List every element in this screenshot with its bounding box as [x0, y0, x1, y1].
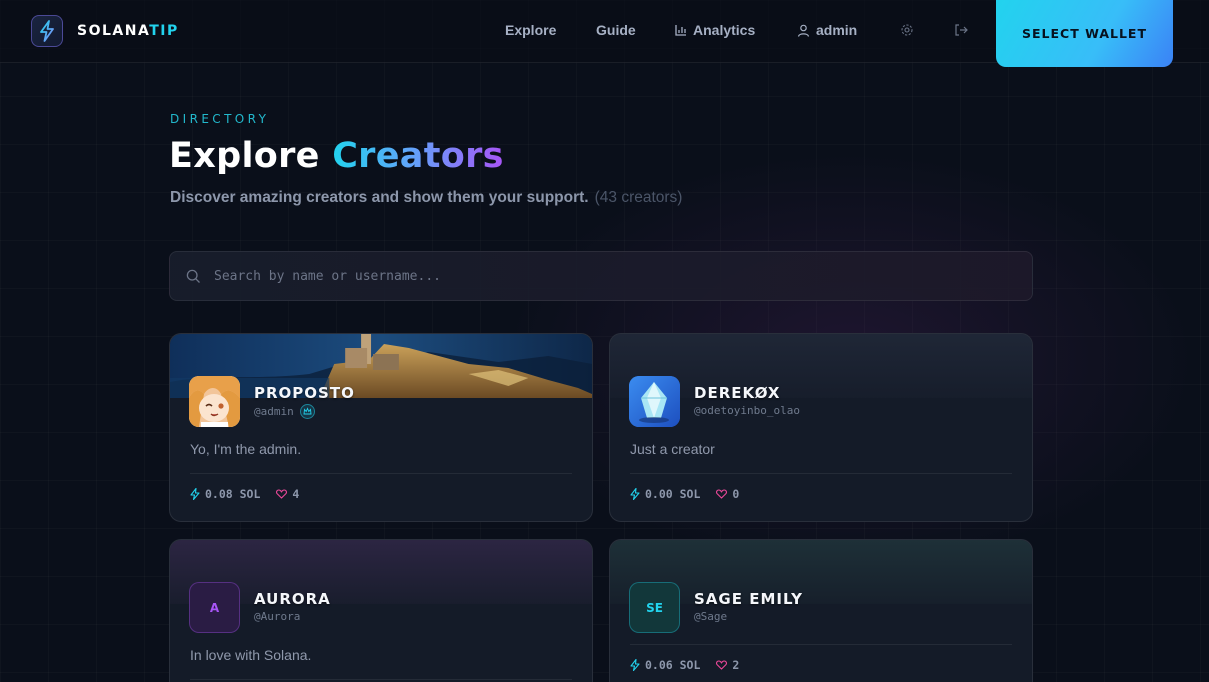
nav-analytics-label: Analytics: [693, 22, 756, 38]
creator-bio: Just a creator: [630, 441, 715, 457]
nav-user-label: admin: [816, 22, 858, 38]
creator-card[interactable]: DEREKØX @odetoyinbo_olao Just a creator …: [609, 333, 1033, 522]
creator-handle: @admin: [254, 404, 315, 419]
search-icon: [186, 269, 200, 283]
nav-explore[interactable]: Explore: [505, 22, 556, 38]
lightning-icon: [630, 488, 640, 500]
handle-text: @odetoyinbo_olao: [694, 404, 800, 417]
creator-handle: @odetoyinbo_olao: [694, 404, 800, 417]
search-input[interactable]: [214, 252, 1014, 300]
sol-stat: 0.08 SOL: [190, 487, 260, 501]
nav-guide-label: Guide: [596, 22, 636, 38]
creator-bio: Yo, I'm the admin.: [190, 441, 302, 457]
sol-amount: 0.00 SOL: [645, 487, 701, 501]
creator-name: PROPOSTO: [254, 384, 355, 402]
avatar: [629, 376, 680, 427]
lightning-logo-icon: [31, 15, 63, 47]
heart-icon: [716, 489, 728, 499]
nav-analytics[interactable]: Analytics: [675, 22, 755, 38]
card-divider: [630, 644, 1012, 645]
creator-name: DEREKØX: [694, 384, 781, 402]
logo-text: SOLANATIP: [77, 23, 179, 39]
lightning-icon: [190, 488, 200, 500]
search-bar: [169, 251, 1033, 301]
creator-name: AURORA: [254, 590, 331, 608]
likes-stat: 2: [716, 658, 739, 672]
creator-name: SAGE EMILY: [694, 590, 804, 608]
nav-explore-label: Explore: [505, 22, 557, 38]
heart-icon: [276, 489, 288, 499]
creator-card[interactable]: SE SAGE EMILY @Sage 0.06 SOL 2: [609, 539, 1033, 682]
nav-guide[interactable]: Guide: [596, 22, 636, 38]
select-wallet-label: SELECT WALLET: [1022, 26, 1147, 41]
avatar: A: [189, 582, 240, 633]
logo-accent: TIP: [149, 23, 179, 39]
settings-gear-icon[interactable]: [900, 23, 914, 37]
sol-amount: 0.08 SOL: [205, 487, 261, 501]
user-icon: [797, 24, 810, 37]
avatar-initials: A: [209, 600, 220, 615]
section-eyebrow: DIRECTORY: [170, 112, 270, 126]
logout-icon[interactable]: [954, 23, 968, 37]
card-divider: [630, 473, 1012, 474]
page-subtitle: Discover amazing creators and show them …: [170, 189, 682, 207]
creator-stats: 0.00 SOL 0: [630, 487, 755, 501]
select-wallet-button[interactable]: SELECT WALLET: [996, 0, 1173, 67]
bar-chart-icon: [675, 25, 686, 36]
likes-stat: 0: [716, 487, 739, 501]
avatar: [189, 376, 240, 427]
creator-count: (43 creators): [594, 189, 683, 206]
creator-handle: @Aurora: [254, 610, 300, 623]
creator-stats: 0.08 SOL 4: [190, 487, 315, 501]
likes-count: 2: [732, 658, 740, 672]
creator-handle: @Sage: [694, 610, 727, 623]
likes-stat: 4: [276, 487, 299, 501]
lightning-icon: [630, 659, 640, 671]
logo-main: SOLANA: [77, 23, 150, 39]
nav-user[interactable]: admin: [797, 22, 857, 38]
creator-stats: 0.06 SOL 2: [630, 658, 755, 672]
verified-crown-icon: [299, 404, 315, 419]
sol-amount: 0.06 SOL: [645, 658, 701, 672]
card-divider: [190, 679, 572, 680]
likes-count: 4: [292, 487, 300, 501]
creator-card[interactable]: PROPOSTO @admin Yo, I'm the admin. 0.08 …: [169, 333, 593, 522]
sol-stat: 0.06 SOL: [630, 658, 700, 672]
avatar-initials: SE: [646, 600, 663, 615]
handle-text: @admin: [254, 405, 294, 418]
title-accent: Creators: [332, 136, 504, 176]
logo[interactable]: SOLANATIP: [31, 15, 179, 47]
title-plain: Explore: [169, 136, 320, 176]
top-navbar: SOLANATIP Explore Guide Analytics admin …: [0, 0, 1209, 67]
sol-stat: 0.00 SOL: [630, 487, 700, 501]
handle-text: @Aurora: [254, 610, 301, 623]
creator-bio: In love with Solana.: [190, 647, 312, 663]
card-divider: [190, 473, 572, 474]
page-title: Explore Creators: [169, 136, 504, 176]
subtitle-text: Discover amazing creators and show them …: [170, 189, 589, 206]
handle-text: @Sage: [694, 610, 728, 623]
avatar: SE: [629, 582, 680, 633]
creator-card[interactable]: A AURORA @Aurora In love with Solana.: [169, 539, 593, 682]
likes-count: 0: [732, 487, 740, 501]
heart-icon: [716, 660, 728, 670]
